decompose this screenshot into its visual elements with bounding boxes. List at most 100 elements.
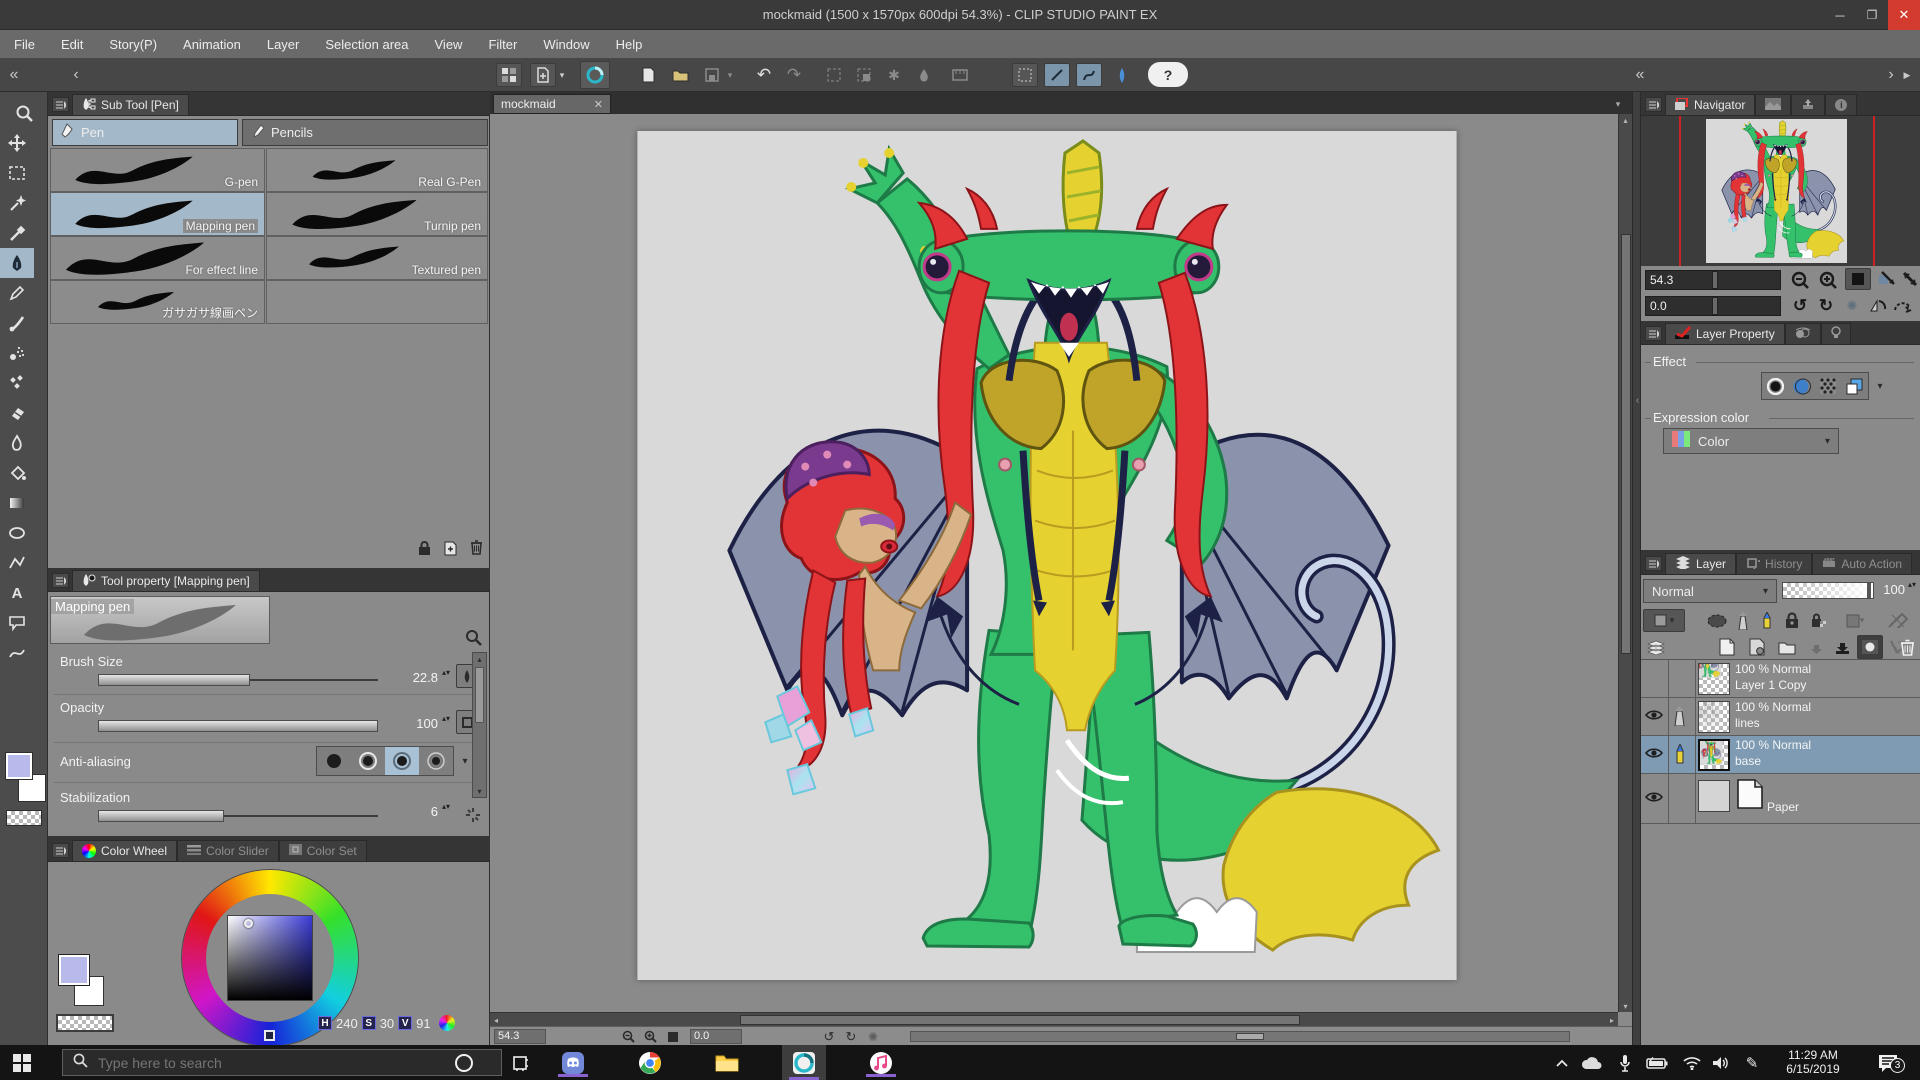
menu-help[interactable]: Help <box>616 37 643 52</box>
layer-row-paper[interactable]: Paper <box>1641 774 1920 824</box>
clock[interactable]: 11:29 AM 6/15/2019 <box>1768 1048 1858 1078</box>
nav-rotate-cw-icon[interactable]: ↻ <box>1813 295 1839 317</box>
selection-tool-icon[interactable] <box>0 158 34 188</box>
layer-thumbnail-dropdown[interactable]: ▾ <box>1643 609 1685 632</box>
pen-tool-icon[interactable] <box>0 248 34 278</box>
brush-item-for-effect-line[interactable]: For effect line <box>50 236 265 280</box>
menu-file[interactable]: File <box>14 37 35 52</box>
panel-menu-icon[interactable] <box>52 573 69 588</box>
workspace-grid-icon[interactable] <box>496 63 522 87</box>
expression-color-dropdown[interactable]: Color ▾ <box>1663 428 1839 454</box>
clip-studio-logo-button[interactable] <box>580 61 610 89</box>
nav-reset-icon[interactable]: ✺ <box>1839 295 1865 317</box>
navigator-zoom-slider[interactable]: 54.3 <box>1645 270 1781 290</box>
export-icon[interactable] <box>530 63 556 87</box>
navigator-thumbnail[interactable] <box>1706 119 1847 263</box>
layer-name[interactable]: Paper <box>1767 800 1799 814</box>
subview-tab[interactable] <box>1755 94 1791 115</box>
auto-action-tab[interactable]: Auto Action <box>1812 553 1912 574</box>
hue-value[interactable]: 240 <box>336 1016 358 1031</box>
brush-tool-icon[interactable] <box>0 308 34 338</box>
transfer-down-icon[interactable] <box>1805 636 1827 658</box>
opacity-value[interactable]: 100 <box>378 716 438 731</box>
brush-item-real-gpen[interactable]: Real G-Pen <box>266 148 488 192</box>
layer-stack2-icon[interactable] <box>1643 637 1669 657</box>
nav-flip-v-icon[interactable] <box>1897 268 1920 290</box>
subtool-tab[interactable]: Sub Tool [Pen] <box>72 94 189 115</box>
music-app-icon[interactable] <box>859 1048 903 1077</box>
invert-selection-icon[interactable] <box>852 64 876 86</box>
deselect-icon[interactable] <box>822 64 846 86</box>
layer-name[interactable]: base <box>1735 754 1761 768</box>
layer-thumbnail[interactable] <box>1698 739 1730 771</box>
rotate-ccw-icon[interactable]: ↺ <box>820 1027 838 1046</box>
effect-layer-color-icon[interactable] <box>1842 373 1869 399</box>
ruler-icon[interactable] <box>1881 609 1915 632</box>
open-file-icon[interactable] <box>668 64 692 86</box>
sv-square[interactable] <box>227 915 313 1001</box>
panel-menu-icon[interactable] <box>1645 556 1662 571</box>
subtool-group-tab-pencils[interactable]: Pencils <box>242 119 488 146</box>
brush-item-textured-pen[interactable]: Textured pen <box>266 236 488 280</box>
information-tab[interactable]: i <box>1825 94 1857 115</box>
layer-name[interactable]: Layer 1 Copy <box>1735 678 1806 692</box>
layer-thumbnail[interactable] <box>1698 663 1730 695</box>
discord-icon[interactable] <box>551 1048 595 1077</box>
new-folder-icon[interactable] <box>1775 636 1799 658</box>
zoom-in-icon[interactable] <box>642 1029 659 1044</box>
brush-item-mapping-pen[interactable]: Mapping pen <box>50 192 265 236</box>
new-vector-layer-icon[interactable] <box>1745 636 1769 658</box>
menu-selection-area[interactable]: Selection area <box>325 37 408 52</box>
opacity-slider[interactable] <box>98 720 378 732</box>
quick-share-tab[interactable] <box>1791 94 1825 115</box>
tray-chevron-icon[interactable] <box>1552 1053 1572 1073</box>
subtool-group-tab-pen[interactable]: Pen <box>52 119 238 146</box>
nav-flip-display-icon[interactable] <box>1865 295 1891 317</box>
canvas-viewport[interactable] <box>490 114 1618 1012</box>
wifi-icon[interactable] <box>1680 1052 1704 1074</box>
transparent-swatch[interactable] <box>56 1014 114 1032</box>
chrome-icon[interactable] <box>628 1048 672 1077</box>
eraser-tool-icon[interactable] <box>0 398 34 428</box>
stabilization-slider[interactable] <box>98 810 378 822</box>
blend-mode-dropdown[interactable]: Normal ▾ <box>1643 579 1777 603</box>
brush-size-slider[interactable] <box>98 674 378 686</box>
curve-tool-icon[interactable] <box>0 638 34 668</box>
visibility-eye-icon[interactable] <box>1645 708 1663 726</box>
microphone-icon[interactable] <box>1614 1051 1636 1075</box>
save-dropdown-icon[interactable]: ▾ <box>724 68 736 82</box>
menu-edit[interactable]: Edit <box>61 37 83 52</box>
pencil-tool-icon[interactable] <box>0 278 34 308</box>
tool-property-tab[interactable]: Tool property [Mapping pen] <box>72 570 260 591</box>
brush-item-gpen[interactable]: G-pen <box>50 148 265 192</box>
menu-view[interactable]: View <box>435 37 463 52</box>
text-tool-icon[interactable]: A <box>0 578 34 608</box>
color-set-tab[interactable]: Color Set <box>279 840 367 861</box>
effect-dropdown-icon[interactable]: ▾ <box>1873 379 1887 393</box>
layer-row-layer1-copy[interactable]: 100 % Normal Layer 1 Copy <box>1641 660 1920 698</box>
curve-ruler-icon[interactable] <box>1076 63 1102 87</box>
gradient-tool-icon[interactable] <box>0 488 34 518</box>
brush-item-gasagasa[interactable]: ガサガサ線画ペン <box>50 280 265 324</box>
val-value[interactable]: 91 <box>416 1016 430 1031</box>
fill-tool-icon[interactable] <box>0 458 34 488</box>
export-dropdown-icon[interactable]: ▾ <box>556 68 568 82</box>
eyedropper-tool-icon[interactable] <box>0 218 34 248</box>
pen-settings-icon[interactable]: ✎ <box>1740 1051 1764 1075</box>
notification-icon[interactable]: 3 <box>1872 1050 1906 1076</box>
zoom-tool-icon[interactable] <box>7 98 41 128</box>
right-dock-divider[interactable]: ‹ <box>1632 92 1641 1045</box>
nav-zoom-in-icon[interactable] <box>1815 269 1841 291</box>
balloon-tool-icon[interactable] <box>0 608 34 638</box>
document-tab[interactable]: mockmaid ✕ <box>493 94 611 114</box>
brush-item-turnip-pen[interactable]: Turnip pen <box>266 192 488 236</box>
layer-property-tab[interactable]: Layer Property <box>1665 323 1785 344</box>
navigator-rotate-slider[interactable]: 0.0 <box>1645 296 1781 316</box>
close-button[interactable]: ✕ <box>1888 0 1920 30</box>
aa-strong-option[interactable] <box>419 747 453 775</box>
layer-opacity-slider[interactable] <box>1782 582 1874 599</box>
aa-dropdown-icon[interactable]: ▾ <box>458 754 472 768</box>
layer-thumbnail[interactable] <box>1698 780 1730 812</box>
collapse-left-icon[interactable]: « <box>4 65 24 85</box>
airbrush-tool-icon[interactable] <box>0 338 34 368</box>
